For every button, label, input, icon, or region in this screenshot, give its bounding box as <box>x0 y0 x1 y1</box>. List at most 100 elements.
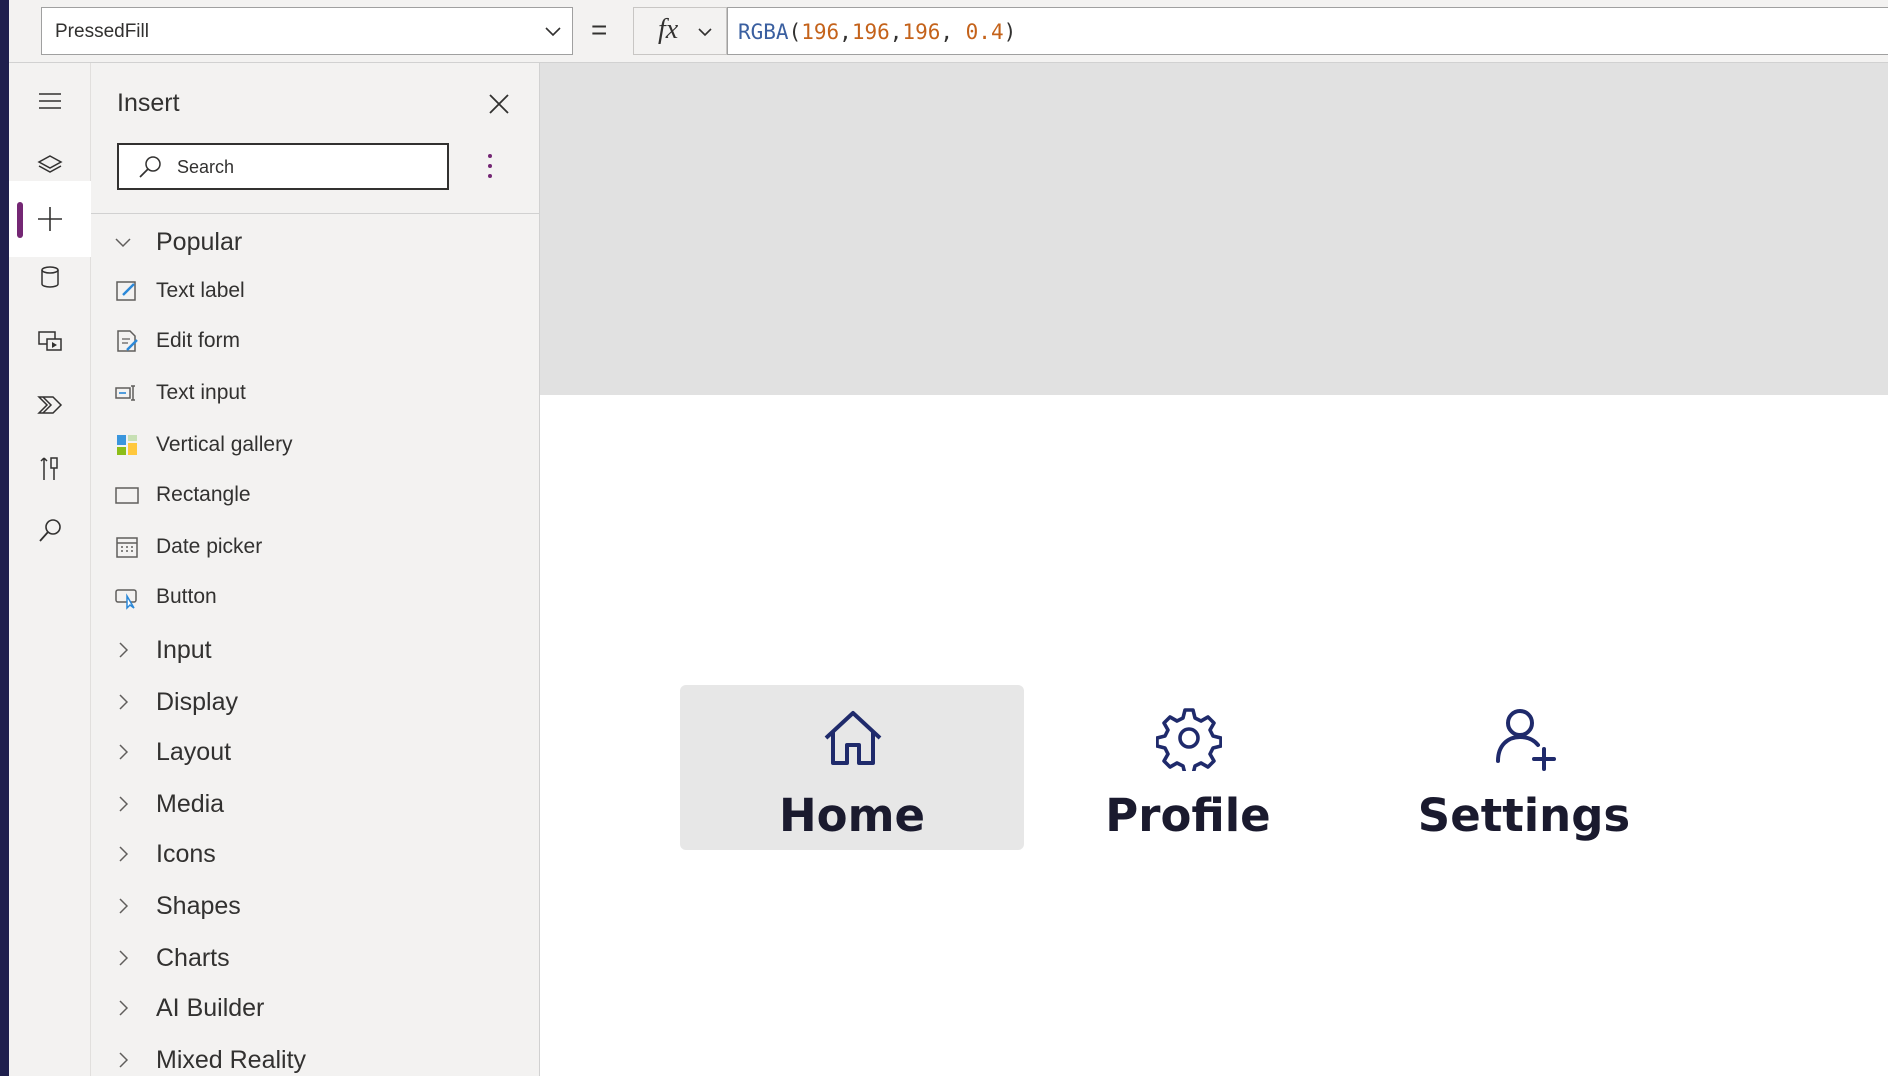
insert-item-label: Button <box>156 585 217 608</box>
chevron-right-icon <box>119 642 129 658</box>
category-icons[interactable]: Icons <box>91 833 540 875</box>
formula-comma: , <box>889 20 903 44</box>
category-label: Layout <box>156 737 232 766</box>
chevron-down-icon <box>115 238 131 248</box>
chevron-down-icon <box>545 27 561 37</box>
property-dropdown[interactable]: PressedFill <box>41 7 573 55</box>
insert-item-label: Text label <box>156 279 245 302</box>
text-label-icon <box>116 281 136 301</box>
rail-search[interactable] <box>9 493 91 569</box>
app-canvas[interactable]: Home Profile Settings <box>540 63 1888 1076</box>
insert-pane: Insert Popular Text label Edit form T <box>91 63 540 1076</box>
chevron-right-icon <box>119 950 129 966</box>
more-options-icon[interactable] <box>480 148 500 184</box>
category-label: Icons <box>156 839 216 868</box>
text-input-icon <box>115 385 135 401</box>
category-label: Shapes <box>156 891 241 920</box>
window-edge <box>0 0 9 1076</box>
pane-divider <box>91 213 540 214</box>
category-input[interactable]: Input <box>91 629 540 671</box>
insert-item-rectangle[interactable]: Rectangle <box>91 474 540 516</box>
search-input[interactable] <box>177 153 437 181</box>
formula-alpha: 0.4 <box>965 20 1004 44</box>
formula-blue: 196 <box>902 20 941 44</box>
search-icon <box>139 156 161 178</box>
category-label: Charts <box>156 943 230 972</box>
formula-comma: , <box>839 20 852 44</box>
rectangle-icon <box>115 487 139 504</box>
advanced-tools-icon <box>40 457 58 480</box>
button-icon <box>115 589 137 610</box>
layers-icon <box>37 155 63 173</box>
insert-item-date-picker[interactable]: Date picker <box>91 526 540 568</box>
category-layout[interactable]: Layout <box>91 731 540 773</box>
app-window: PressedFill = fx RGBA(196,196,196, 0.4) <box>0 0 1888 1076</box>
insert-item-button[interactable]: Button <box>91 576 540 618</box>
insert-item-text-input[interactable]: Text input <box>91 372 540 414</box>
chevron-right-icon <box>119 1052 129 1068</box>
formula-paren-close: ) <box>1003 20 1017 44</box>
search-box[interactable] <box>117 143 449 190</box>
chevron-right-icon <box>119 846 129 862</box>
equals-sign: = <box>591 14 608 45</box>
insert-item-text-label[interactable]: Text label <box>91 270 540 312</box>
insert-item-label: Edit form <box>156 329 241 352</box>
category-popular[interactable]: Popular <box>91 221 540 263</box>
category-label: Popular <box>156 227 243 256</box>
category-media[interactable]: Media <box>91 783 540 825</box>
category-display[interactable]: Display <box>91 681 540 723</box>
category-mixed-reality[interactable]: Mixed Reality <box>91 1039 540 1076</box>
chevron-down-icon <box>698 28 712 37</box>
formula-paren-open: ( <box>788 20 802 44</box>
search-icon <box>39 519 61 542</box>
nav-button-profile[interactable]: Profile <box>1016 685 1360 850</box>
category-shapes[interactable]: Shapes <box>91 885 540 927</box>
edit-form-icon <box>117 330 138 352</box>
insert-item-vertical-gallery[interactable]: Vertical gallery <box>91 424 540 466</box>
category-label: AI Builder <box>156 993 265 1022</box>
fx-label: fx <box>658 14 679 45</box>
chevron-right-icon <box>119 796 129 812</box>
nav-label: Settings <box>1417 789 1631 842</box>
category-charts[interactable]: Charts <box>91 937 540 979</box>
gear-icon <box>1156 708 1222 771</box>
add-person-icon <box>1496 709 1556 771</box>
pane-title: Insert <box>117 89 180 117</box>
category-label: Display <box>156 687 238 716</box>
nav-button-settings[interactable]: Settings <box>1352 685 1696 850</box>
chevron-right-icon <box>119 898 129 914</box>
insert-item-label: Date picker <box>156 535 263 558</box>
vertical-gallery-icon <box>117 435 137 455</box>
nav-label: Profile <box>1105 789 1271 842</box>
category-label: Media <box>156 789 225 818</box>
icon-rail <box>9 63 91 1076</box>
chevron-right-icon <box>119 1000 129 1016</box>
insert-item-edit-form[interactable]: Edit form <box>91 320 540 362</box>
insert-item-label: Text input <box>156 381 246 404</box>
formula-red: 196 <box>801 20 840 44</box>
home-icon <box>824 711 882 765</box>
category-ai-builder[interactable]: AI Builder <box>91 987 540 1029</box>
insert-item-label: Rectangle <box>156 483 251 506</box>
category-label: Input <box>156 635 212 664</box>
formula-green: 196 <box>851 20 890 44</box>
formula-comma: , <box>940 20 966 44</box>
fx-button[interactable]: fx <box>633 7 727 55</box>
date-picker-icon <box>116 537 138 558</box>
formula-input[interactable]: RGBA(196,196,196, 0.4) <box>727 7 1888 55</box>
nav-label: Home <box>779 789 925 842</box>
insert-item-label: Vertical gallery <box>156 433 293 456</box>
formula-bar: PressedFill = fx RGBA(196,196,196, 0.4) <box>9 0 1888 63</box>
formula-text: RGBA(196,196,196, 0.4) <box>738 20 1016 44</box>
canvas-header-band <box>540 63 1888 395</box>
hamburger-icon <box>39 93 61 109</box>
power-automate-icon <box>37 396 63 414</box>
category-label: Mixed Reality <box>156 1045 307 1074</box>
media-icon <box>38 331 62 351</box>
chevron-right-icon <box>119 694 129 710</box>
nav-button-home[interactable]: Home <box>680 685 1024 850</box>
formula-function: RGBA <box>738 20 789 44</box>
close-icon[interactable] <box>484 89 514 119</box>
plus-icon <box>38 207 62 231</box>
chevron-right-icon <box>119 744 129 760</box>
